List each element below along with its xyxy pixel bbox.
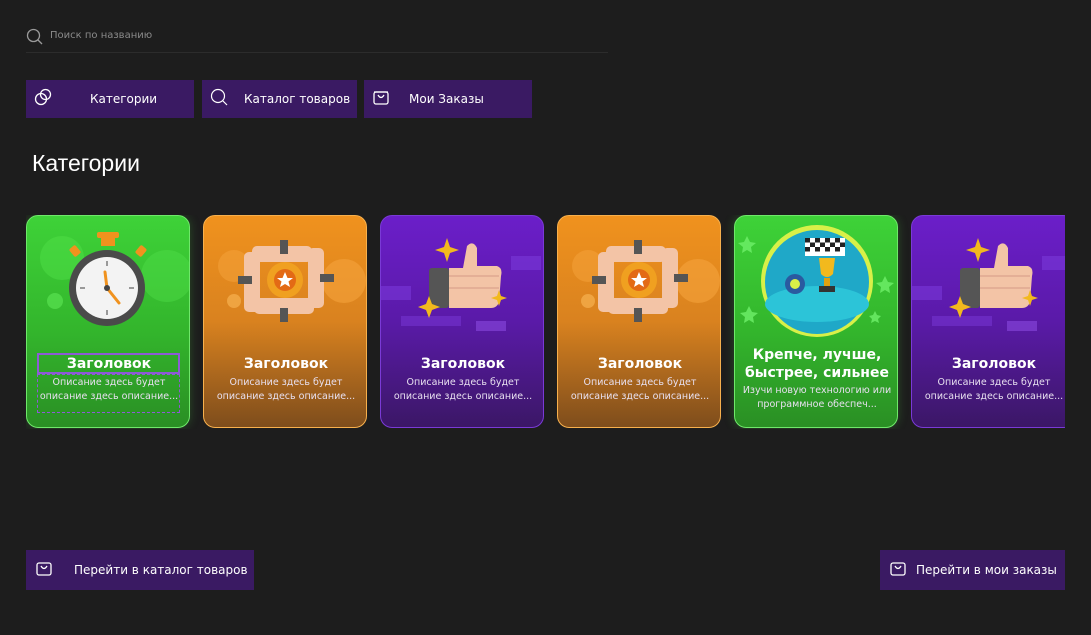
- card-title: Крепче, лучше, быстрее, сильнее: [735, 346, 897, 382]
- go-to-catalog-button[interactable]: Перейти в каталог товаров: [26, 550, 254, 590]
- category-card[interactable]: Заголовок Описание здесь будет описание …: [380, 215, 544, 428]
- focus-outline: [37, 353, 180, 374]
- card-title: Заголовок: [951, 356, 1037, 372]
- category-card[interactable]: Заголовок Описание здесь будет описание …: [911, 215, 1065, 428]
- bag-icon: [373, 91, 389, 105]
- bag-icon: [890, 562, 906, 576]
- nav-orders-label: Мои Заказы: [409, 92, 484, 106]
- category-card[interactable]: Заголовок Описание здесь будет описание …: [557, 215, 721, 428]
- search-icon: [210, 88, 228, 106]
- card-title: Заголовок: [243, 356, 329, 372]
- card-description: Описание здесь будет описание здесь опис…: [570, 377, 710, 402]
- go-to-orders-label: Перейти в мои заказы: [916, 563, 1057, 577]
- category-card[interactable]: Заголовок Описание здесь будет описание …: [203, 215, 367, 428]
- bag-icon: [36, 562, 52, 576]
- go-to-catalog-label: Перейти в каталог товаров: [74, 563, 248, 577]
- nav-orders-button[interactable]: Мои Заказы: [364, 80, 532, 118]
- categories-icon: [34, 88, 52, 106]
- card-title: Заголовок: [597, 356, 683, 372]
- nav-catalog-label: Каталог товаров: [244, 92, 351, 106]
- card-description: Описание здесь будет описание здесь опис…: [393, 377, 533, 402]
- section-title: Категории: [32, 150, 140, 176]
- search-input[interactable]: [50, 30, 450, 41]
- focus-outline-dashed: [37, 374, 180, 413]
- card-description: Изучи новую технологию или программное о…: [742, 385, 892, 410]
- nav-categories-label: Категории: [90, 92, 158, 106]
- card-title-line: быстрее, сильнее: [745, 365, 889, 381]
- search-bar[interactable]: [26, 28, 608, 53]
- card-description: Описание здесь будет описание здесь опис…: [216, 377, 356, 402]
- card-description: Описание здесь будет описание здесь опис…: [924, 377, 1064, 402]
- card-title-line: Крепче, лучше,: [752, 347, 882, 363]
- nav-catalog-button[interactable]: Каталог товаров: [202, 80, 357, 118]
- card-title: Заголовок: [420, 356, 506, 372]
- category-card[interactable]: Заголовок Описание здесь будет описание …: [26, 215, 190, 428]
- category-card[interactable]: Крепче, лучше, быстрее, сильнее Изучи но…: [734, 215, 898, 428]
- search-icon: [26, 28, 43, 45]
- go-to-orders-button[interactable]: Перейти в мои заказы: [880, 550, 1065, 590]
- categories-carousel[interactable]: Заголовок Описание здесь будет описание …: [26, 215, 1065, 429]
- nav-categories-button[interactable]: Категории: [26, 80, 194, 118]
